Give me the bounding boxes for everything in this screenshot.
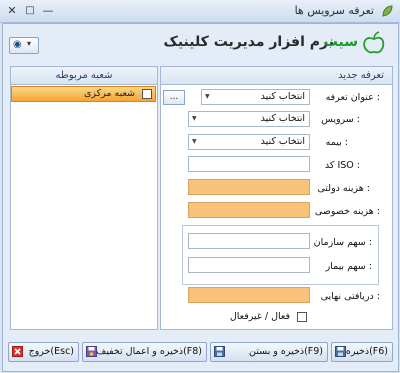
save-discount-icon [86,346,97,357]
exit-icon [12,346,23,357]
branch-panel: شعبه مربوطه [10,66,158,330]
new-tariff-header: تعرفه جدید [161,67,392,85]
insurance-combo[interactable]: انتخاب کنید ▼ [188,134,310,150]
branch-checkbox[interactable] [142,89,152,99]
exit-label: خروج(Esc) [28,346,74,357]
apple-logo-icon [363,31,385,54]
help-dropdown-button[interactable]: ◉ ▾ [9,37,39,54]
insurance-value: انتخاب کنید [260,136,305,147]
iso-code-label: کد ISO : [324,160,360,171]
branch-list-item[interactable]: شعبه مرکزی [11,86,156,102]
close-button[interactable]: ✕ [4,3,20,18]
org-share-label: سهم سازمان : [313,237,372,248]
browse-button[interactable]: ... [163,90,185,105]
app-leaf-icon [382,5,393,17]
save-close-button[interactable]: ذخیره و بستن(F9) [210,342,328,362]
save-button[interactable]: ذخیره(F6) [331,342,393,362]
org-share-input[interactable] [188,233,310,249]
active-checkbox[interactable] [297,312,307,322]
maximize-button[interactable]: □ [22,3,38,18]
chevron-down-icon: ▼ [192,115,197,122]
final-receipt-input[interactable] [188,287,310,303]
service-combo[interactable]: انتخاب کنید ▼ [188,111,310,127]
final-receipt-label: دریافتی نهایی : [320,291,380,302]
help-globe-icon: ◉ [13,39,22,50]
exit-button[interactable]: خروج(Esc) [8,342,79,362]
minimize-button[interactable]: — [40,3,56,18]
logo-accent-text: سیب [323,34,358,50]
service-value: انتخاب کنید [260,113,305,124]
save-disk-icon [335,346,346,357]
patient-share-label: سهم بیمار : [325,261,372,272]
service-label: سرویس : [321,114,360,125]
private-cost-input[interactable] [188,202,310,218]
patient-share-input[interactable] [188,257,310,273]
save-disk-icon [214,346,225,357]
branch-label: شعبه مرکزی [83,88,135,99]
active-label: فعال / غیرفعال [229,311,290,322]
tariff-title-combo[interactable]: انتخاب کنید ▼ [201,89,310,105]
insurance-label: بیمه : [325,137,348,148]
tariff-title-value: انتخاب کنید [260,91,305,102]
private-cost-label: هزینه خصوصی : [314,206,380,217]
gov-cost-label: هزینه دولتی : [317,183,370,194]
gov-cost-input[interactable] [188,179,310,195]
chevron-down-icon: ▾ [27,39,32,48]
save-label: ذخیره(F6) [345,346,388,357]
window-title: تعرفه سرویس ها [294,4,374,17]
save-close-label: ذخیره و بستن(F9) [249,346,323,357]
chevron-down-icon: ▼ [192,138,197,145]
save-apply-discount-button[interactable]: ذخیره و اعمال تخفیف(F8) [82,342,207,362]
logo-text: نرم افزار مدیریت کلینیک [163,34,334,50]
save-apply-discount-label: ذخیره و اعمال تخفیف(F8) [96,346,202,357]
branch-panel-header: شعبه مربوطه [11,67,157,85]
tariff-title-label: عنوان تعرفه : [325,92,380,103]
chevron-down-icon: ▼ [205,93,210,100]
iso-code-input[interactable] [188,156,310,172]
